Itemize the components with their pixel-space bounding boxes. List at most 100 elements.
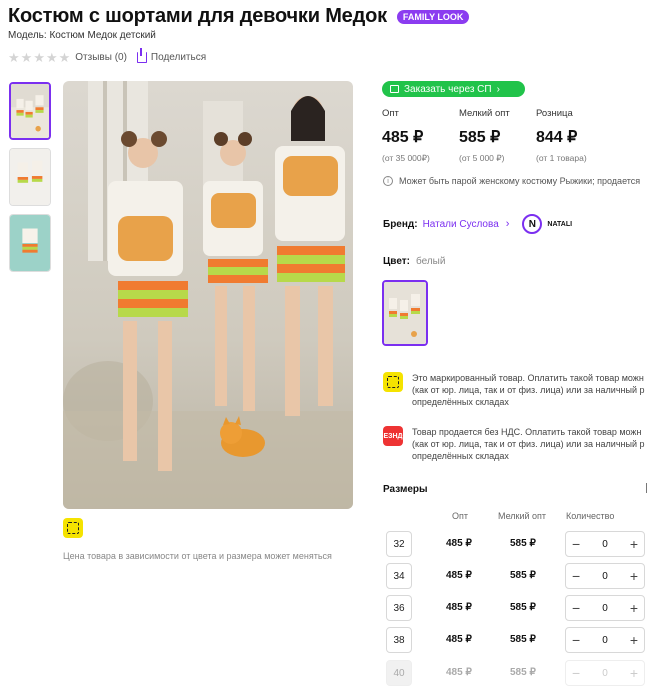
size-row-disabled: 40 485 ₽ 585 ₽ − 0 +	[386, 660, 651, 686]
size-label: 36	[386, 595, 412, 621]
size-price-opt: 485 ₽	[446, 667, 472, 678]
sizes-title: Размеры	[383, 484, 428, 495]
main-product-photo[interactable]	[63, 81, 353, 509]
no-vat-icon-line: БЕЗ	[378, 432, 393, 440]
thumbnail-2[interactable]	[9, 148, 51, 206]
notice-line: определённых складах	[412, 451, 509, 461]
color-swatch-white[interactable]	[382, 280, 428, 346]
title-row: Костюм с шортами для девочки Медок FAMIL…	[8, 5, 470, 28]
column-header-opt: Опт	[452, 511, 468, 521]
size-row: 36 485 ₽ 585 ₽ − 0 +	[386, 595, 651, 621]
size-price-small-opt: 585 ₽	[510, 570, 536, 581]
thumbnail-3[interactable]	[9, 214, 51, 272]
size-price-opt: 485 ₽	[446, 634, 472, 645]
family-look-badge[interactable]: FAMILY LOOK	[396, 9, 470, 24]
column-header-small-opt: Мелкий опт	[498, 511, 547, 521]
minus-icon[interactable]: −	[572, 536, 580, 552]
size-price-opt: 485 ₽	[446, 570, 472, 581]
plus-icon[interactable]: +	[630, 536, 638, 552]
minus-icon[interactable]: −	[572, 632, 580, 648]
size-price-small-opt: 585 ₽	[510, 634, 536, 645]
chevron-right-icon: ›	[496, 83, 500, 95]
chevron-right-icon: ›	[505, 218, 510, 230]
reviews-link[interactable]: Отзывы (0)	[75, 52, 127, 63]
page-title: Костюм с шортами для девочки Медок	[8, 5, 387, 27]
size-label: 38	[386, 627, 412, 653]
color-row: Цвет: белый	[383, 256, 445, 267]
thumbnail-list	[9, 82, 51, 280]
quantity-value[interactable]: 0	[602, 635, 608, 646]
thumbnail-image	[11, 84, 49, 138]
size-row: 32 485 ₽ 585 ₽ − 0 +	[386, 531, 651, 557]
quantity-value: 0	[602, 667, 608, 679]
star-icon: ★	[8, 50, 20, 65]
price-tiers: Опт 485 ₽ (от 35 000₽) Мелкий опт 585 ₽ …	[382, 108, 613, 164]
size-label: 32	[386, 531, 412, 557]
brand-logo-text: NATALI	[547, 220, 573, 228]
price-tier-label: Розница	[536, 108, 573, 119]
size-price-small-opt: 585 ₽	[510, 602, 536, 613]
share-icon	[136, 48, 147, 63]
info-icon: i	[383, 176, 393, 186]
size-table-icon[interactable]	[646, 483, 647, 493]
quantity-stepper: − 0 +	[565, 595, 645, 621]
size-label: 34	[386, 563, 412, 589]
minus-icon: −	[572, 665, 581, 681]
column-header-qty: Количество	[566, 511, 615, 521]
thumbnail-image	[10, 149, 50, 205]
star-icon: ★	[45, 50, 58, 65]
plus-icon[interactable]: +	[630, 632, 638, 648]
quantity-stepper: − 0 +	[565, 660, 645, 686]
star-icon: ★	[20, 50, 33, 65]
quantity-value[interactable]: 0	[602, 571, 608, 582]
model-name: Модель: Костюм Медок детский	[8, 30, 156, 41]
notice-line: (как от юр. лица, так и от физ. лица) ил…	[412, 385, 645, 395]
thumbnail-1[interactable]	[9, 82, 51, 140]
price-tier-label: Мелкий опт	[459, 108, 510, 119]
price-tier-min: (от 1 товара)	[536, 153, 587, 163]
notice-line: Товар продается без НДС. Оплатить такой …	[412, 427, 642, 437]
price-note: Цена товара в зависимости от цвета и раз…	[63, 551, 332, 561]
star-icon: ★	[33, 50, 45, 65]
no-vat-icon-line: НДС	[392, 432, 408, 440]
no-vat-icon: БЕЗ НДС	[378, 426, 408, 446]
notice-line: (как от юр. лица, так и от физ. лица) ил…	[412, 439, 645, 449]
brand-logo-icon[interactable]: N	[522, 214, 543, 234]
size-price-small-opt: 585 ₽	[510, 667, 536, 678]
price-tier-value: 585 ₽	[459, 129, 501, 146]
thumbnail-image	[10, 215, 50, 271]
notice-line: Это маркированный товар. Оплатить такой …	[412, 373, 644, 383]
marking-notice: Это маркированный товар. Оплатить такой …	[383, 372, 651, 408]
marking-icon	[383, 372, 403, 392]
plus-icon: +	[629, 665, 638, 681]
product-photo-image	[63, 81, 353, 509]
plus-icon[interactable]: +	[630, 600, 638, 616]
size-price-opt: 485 ₽	[446, 538, 472, 549]
order-sp-button[interactable]: Заказать через СП ›	[382, 81, 525, 97]
nds-notice-text: Товар продается без НДС. Оплатить такой …	[412, 426, 651, 462]
price-tier-opt: Опт 485 ₽ (от 35 000₽)	[382, 108, 459, 164]
brand-link[interactable]: Натали Суслова	[423, 219, 499, 230]
meta-row: ★ ★ ★ ★ ★ Отзывы (0) Поделиться	[8, 48, 207, 65]
minus-icon[interactable]: −	[572, 568, 580, 584]
color-label: Цвет:	[383, 256, 410, 267]
color-value: белый	[415, 256, 446, 267]
quantity-stepper: − 0 +	[565, 563, 645, 589]
notice-line: определённых складах	[412, 397, 509, 407]
price-tier-min: (от 5 000 ₽)	[459, 153, 505, 163]
price-tier-value: 485 ₽	[382, 129, 424, 146]
share-label: Поделиться	[150, 52, 207, 63]
price-tier-min: (от 35 000₽)	[382, 153, 430, 163]
quantity-stepper: − 0 +	[565, 531, 645, 557]
color-swatch-image	[384, 282, 426, 344]
quantity-value[interactable]: 0	[602, 539, 608, 550]
size-price-opt: 485 ₽	[446, 602, 472, 613]
price-tier-label: Опт	[382, 108, 399, 119]
minus-icon[interactable]: −	[572, 600, 580, 616]
price-tier-value: 844 ₽	[536, 129, 578, 146]
plus-icon[interactable]: +	[630, 568, 638, 584]
marking-icon	[63, 518, 83, 538]
share-button[interactable]: Поделиться	[136, 48, 207, 63]
quantity-value[interactable]: 0	[602, 603, 608, 614]
marking-notice-text: Это маркированный товар. Оплатить такой …	[412, 372, 651, 408]
